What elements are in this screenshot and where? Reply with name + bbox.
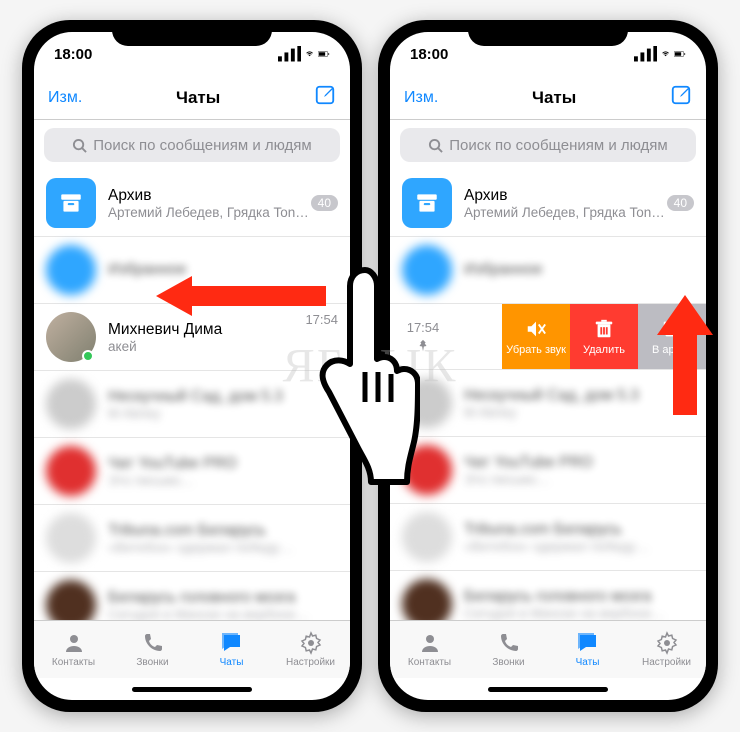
tab-bar: Контакты Звонки Чаты Настройки — [390, 620, 706, 678]
avatar — [402, 245, 452, 295]
avatar — [46, 513, 96, 563]
list-item[interactable]: Tribuna.com Беларусь«Витебск» одержал по… — [34, 505, 350, 572]
tab-calls[interactable]: Звонки — [469, 621, 548, 678]
online-indicator — [82, 350, 94, 362]
phone-left: 18:00 Изм. Чаты Поиск по сообщениям и лю… — [22, 20, 362, 712]
archive-title: Архив — [108, 187, 311, 205]
archive-icon — [661, 318, 683, 340]
chat-row-swiped[interactable]: 17:54 Убрать звук Удалить — [390, 304, 706, 370]
pin-icon — [416, 339, 430, 353]
tab-settings[interactable]: Настройки — [627, 621, 706, 678]
battery-icon — [318, 48, 330, 60]
chat-time: 17:54 — [305, 312, 338, 327]
search-input[interactable]: Поиск по сообщениям и людям — [44, 128, 340, 162]
search-placeholder: Поиск по сообщениям и людям — [449, 137, 668, 154]
chat-list[interactable]: Архив Артемий Лебедев, Грядка Toniona, C… — [34, 170, 350, 620]
nav-bar: Изм. Чаты — [390, 76, 706, 120]
list-item[interactable]: Чат YouTube PROЭто письмо… — [34, 438, 350, 505]
tab-chats[interactable]: Чаты — [192, 621, 271, 678]
search-icon — [72, 138, 87, 153]
edit-button[interactable]: Изм. — [404, 89, 438, 107]
avatar — [402, 445, 452, 495]
list-item[interactable]: Избранное — [34, 237, 350, 304]
compose-button[interactable] — [670, 84, 692, 111]
swipe-delete-button[interactable]: Удалить — [570, 304, 638, 369]
list-item[interactable]: Нескучный Сад, дом 5.3M Abney — [390, 370, 706, 437]
status-time: 18:00 — [54, 46, 92, 63]
tab-contacts[interactable]: Контакты — [34, 621, 113, 678]
search-placeholder: Поиск по сообщениям и людям — [93, 137, 312, 154]
signal-icon — [278, 46, 301, 61]
wifi-icon — [662, 48, 669, 60]
page-title: Чаты — [176, 88, 220, 108]
archive-title: Архив — [464, 187, 667, 205]
search-input[interactable]: Поиск по сообщениям и людям — [400, 128, 696, 162]
list-item[interactable]: Нескучный Сад, дом 5.3M Abney — [34, 371, 350, 438]
battery-icon — [674, 48, 686, 60]
list-item[interactable]: Tribuna.com Беларусь«Витебск» одержал по… — [390, 504, 706, 571]
tab-settings[interactable]: Настройки — [271, 621, 350, 678]
avatar — [402, 579, 452, 620]
page-title: Чаты — [532, 88, 576, 108]
archive-row[interactable]: Архив Артемий Лебедев, Грядка Toniona, C… — [390, 170, 706, 237]
home-indicator[interactable] — [34, 678, 350, 700]
list-item[interactable]: Чат YouTube PROЭто письмо… — [390, 437, 706, 504]
chat-row-highlight[interactable]: Михневич Дима акей 17:54 — [34, 304, 350, 371]
trash-icon — [593, 318, 615, 340]
home-indicator[interactable] — [390, 678, 706, 700]
tab-chats[interactable]: Чаты — [548, 621, 627, 678]
archive-badge: 40 — [311, 195, 338, 211]
edit-button[interactable]: Изм. — [48, 89, 82, 107]
notch — [468, 20, 628, 46]
archive-icon — [402, 178, 452, 228]
list-item[interactable]: Беларусь головного мозгаСегодня в Минске… — [34, 572, 350, 620]
avatar — [46, 379, 96, 429]
archive-subtitle: Артемий Лебедев, Грядка Toniona, CocoaHe… — [108, 205, 311, 220]
tab-bar: Контакты Звонки Чаты Настройки — [34, 620, 350, 678]
signal-icon — [634, 46, 657, 61]
mute-icon — [525, 318, 547, 340]
archive-icon — [46, 178, 96, 228]
phone-right: 18:00 Изм. Чаты Поиск по сообщениям и лю… — [378, 20, 718, 712]
archive-badge: 40 — [667, 195, 694, 211]
chat-list[interactable]: Архив Артемий Лебедев, Грядка Toniona, C… — [390, 170, 706, 620]
list-item[interactable]: Беларусь головного мозгаСегодня в Минске… — [390, 571, 706, 620]
status-time: 18:00 — [410, 46, 448, 63]
swipe-mute-button[interactable]: Убрать звук — [502, 304, 570, 369]
avatar — [402, 512, 452, 562]
search-icon — [428, 138, 443, 153]
avatar — [46, 580, 96, 620]
archive-row[interactable]: Архив Артемий Лебедев, Грядка Toniona, C… — [34, 170, 350, 237]
wifi-icon — [306, 48, 313, 60]
chat-name: Михневич Дима — [108, 321, 338, 339]
compose-button[interactable] — [314, 84, 336, 111]
tab-calls[interactable]: Звонки — [113, 621, 192, 678]
list-item[interactable]: Избранное — [390, 237, 706, 304]
avatar — [46, 446, 96, 496]
notch — [112, 20, 272, 46]
swipe-archive-button[interactable]: В архив — [638, 304, 706, 369]
nav-bar: Изм. Чаты — [34, 76, 350, 120]
avatar — [46, 245, 96, 295]
chat-preview: акей — [108, 339, 338, 354]
avatar — [402, 378, 452, 428]
archive-subtitle: Артемий Лебедев, Грядка Toniona, CocoaHe… — [464, 205, 667, 220]
tab-contacts[interactable]: Контакты — [390, 621, 469, 678]
chat-time: 17:54 — [407, 320, 440, 335]
